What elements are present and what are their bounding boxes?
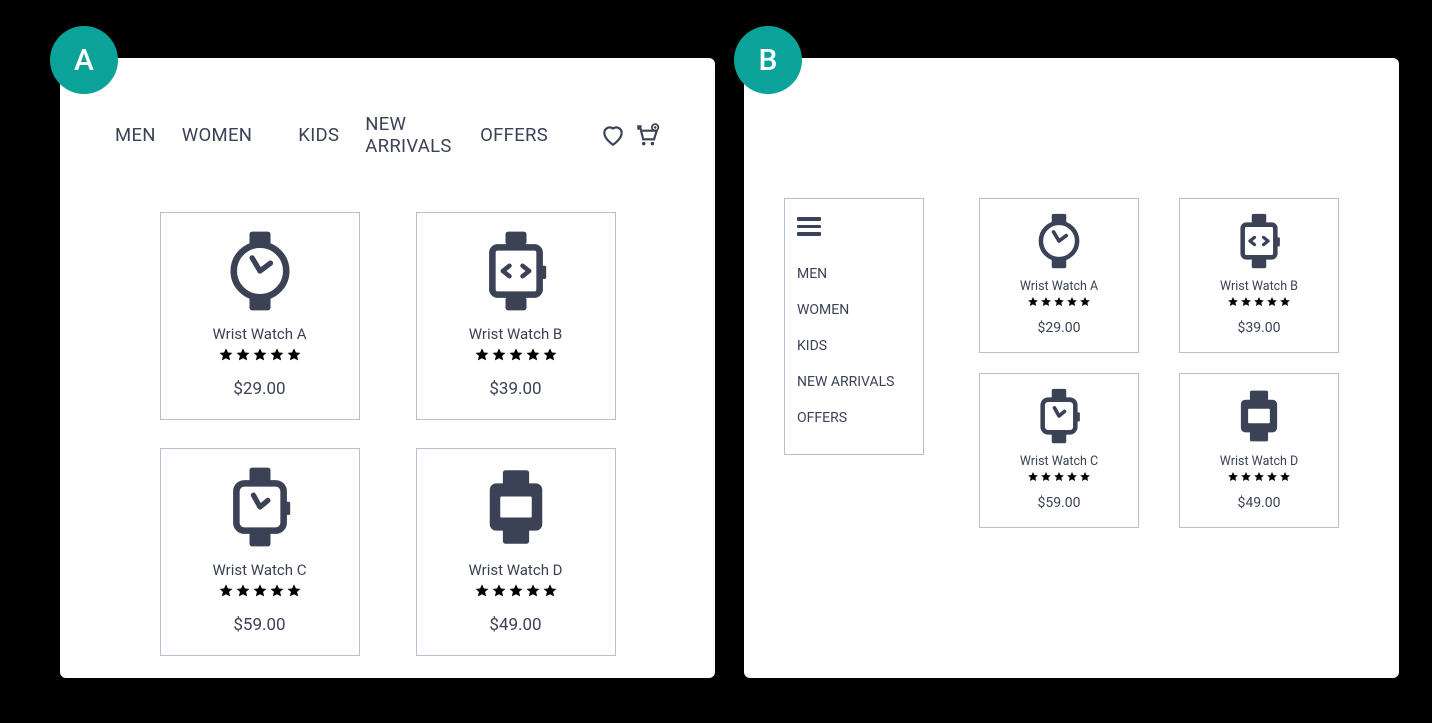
product-price: $39.00	[1237, 320, 1280, 336]
product-card[interactable]: Wrist Watch A $29.00	[160, 212, 360, 420]
layout-b-panel: B MEN WOMEN KIDS NEW ARRIVALS OFFERS Wri…	[744, 58, 1399, 678]
product-card[interactable]: Wrist Watch C $59.00	[160, 448, 360, 656]
side-new-arrivals[interactable]: NEW ARRIVALS	[797, 364, 894, 400]
product-card[interactable]: Wrist Watch C $59.00	[979, 373, 1139, 528]
product-name: Wrist Watch B	[469, 325, 563, 343]
product-price: $39.00	[489, 379, 541, 399]
product-price: $49.00	[1237, 495, 1280, 511]
nav-new-arrivals[interactable]: NEW ARRIVALS	[365, 113, 454, 157]
rating-stars	[1027, 296, 1091, 308]
rating-stars	[1227, 296, 1291, 308]
side-men[interactable]: MEN	[797, 256, 827, 292]
top-nav: MEN WOMEN KIDS NEW ARRIVALS OFFERS	[60, 58, 715, 157]
product-name: Wrist Watch A	[1020, 279, 1098, 294]
rating-stars	[474, 347, 558, 363]
product-price: $49.00	[489, 615, 541, 635]
watch-block-icon	[472, 463, 560, 551]
watch-code-icon	[472, 227, 560, 315]
rating-stars	[1227, 471, 1291, 483]
rating-stars	[218, 583, 302, 599]
nav-kids[interactable]: KIDS	[298, 124, 339, 146]
nav-women[interactable]: WOMEN	[182, 124, 253, 146]
side-kids[interactable]: KIDS	[797, 328, 827, 364]
side-offers[interactable]: OFFERS	[797, 400, 847, 436]
panel-a-badge: A	[50, 26, 118, 94]
watch-square-icon	[216, 463, 304, 551]
watch-round-icon	[1029, 211, 1089, 271]
product-name: Wrist Watch D	[1220, 454, 1298, 469]
layout-a-panel: A MEN WOMEN KIDS NEW ARRIVALS OFFERS Wri…	[60, 58, 715, 678]
rating-stars	[1027, 471, 1091, 483]
product-card[interactable]: Wrist Watch D $49.00	[416, 448, 616, 656]
product-card[interactable]: Wrist Watch D $49.00	[1179, 373, 1339, 528]
hamburger-icon[interactable]	[797, 217, 821, 236]
product-card[interactable]: Wrist Watch B $39.00	[416, 212, 616, 420]
watch-block-icon	[1229, 386, 1289, 446]
nav-offers[interactable]: OFFERS	[480, 124, 548, 146]
product-name: Wrist Watch A	[212, 325, 306, 343]
product-name: Wrist Watch C	[1020, 454, 1098, 469]
product-name: Wrist Watch D	[468, 561, 562, 579]
panel-b-badge: B	[734, 26, 802, 94]
product-name: Wrist Watch C	[213, 561, 307, 579]
rating-stars	[474, 583, 558, 599]
side-women[interactable]: WOMEN	[797, 292, 849, 328]
product-price: $29.00	[233, 379, 285, 399]
sidebar-nav: MEN WOMEN KIDS NEW ARRIVALS OFFERS	[784, 198, 924, 455]
product-price: $59.00	[233, 615, 285, 635]
cart-icon[interactable]	[634, 122, 660, 148]
watch-round-icon	[216, 227, 304, 315]
heart-icon[interactable]	[600, 122, 626, 148]
product-grid-a: Wrist Watch A $29.00 Wrist Watch B $39.0…	[60, 157, 715, 696]
product-card[interactable]: Wrist Watch A $29.00	[979, 198, 1139, 353]
product-name: Wrist Watch B	[1220, 279, 1298, 294]
watch-square-icon	[1029, 386, 1089, 446]
product-price: $29.00	[1037, 320, 1080, 336]
product-grid-b: Wrist Watch A $29.00 Wrist Watch B $39.0…	[979, 198, 1339, 528]
product-card[interactable]: Wrist Watch B $39.00	[1179, 198, 1339, 353]
product-price: $59.00	[1037, 495, 1080, 511]
rating-stars	[218, 347, 302, 363]
watch-code-icon	[1229, 211, 1289, 271]
nav-men[interactable]: MEN	[115, 124, 156, 146]
